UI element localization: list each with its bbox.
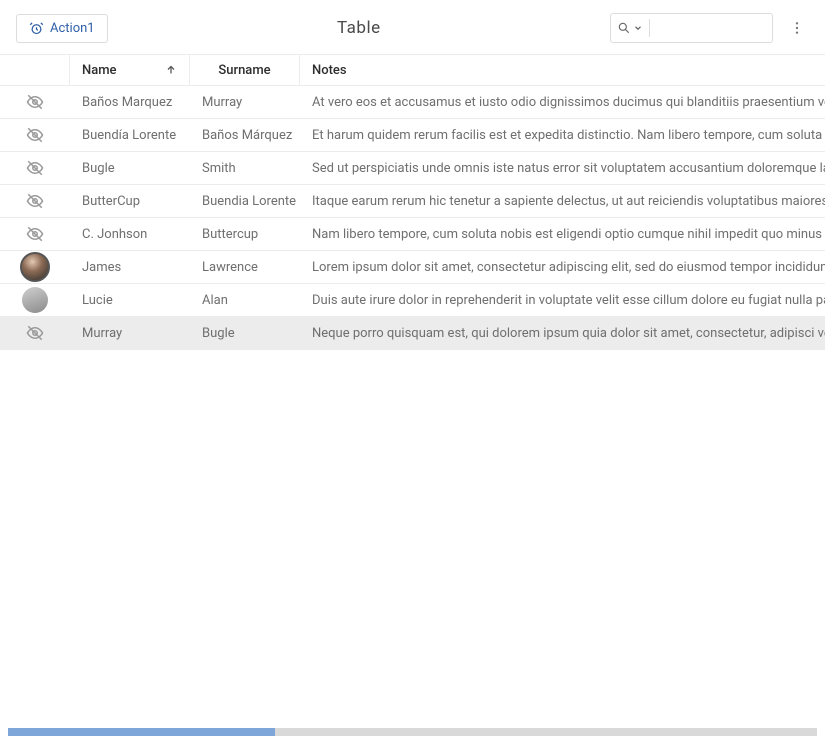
no-avatar-icon <box>26 126 44 144</box>
cell-notes: Itaque earum rerum hic tenetur a sapient… <box>300 194 825 209</box>
cell-notes: Neque porro quisquam est, qui dolorem ip… <box>300 326 825 341</box>
cell-name: Lucie <box>70 293 190 308</box>
cell-name: James <box>70 260 190 275</box>
cell-name: Buendía Lorente <box>70 128 190 143</box>
scrollbar-track <box>275 728 817 736</box>
separator <box>649 19 650 37</box>
cell-name: Baños Marquez <box>70 95 190 110</box>
page-title: Table <box>108 18 610 38</box>
cell-notes: At vero eos et accusamus et iusto odio d… <box>300 95 825 110</box>
cell-surname: Buttercup <box>190 227 300 242</box>
cell-surname: Murray <box>190 95 300 110</box>
action1-label: Action1 <box>50 21 95 36</box>
cell-surname: Alan <box>190 293 300 308</box>
cell-name: C. Jonhson <box>70 227 190 242</box>
chevron-down-icon[interactable] <box>633 23 643 33</box>
cell-name: ButterCup <box>70 194 190 209</box>
avatar <box>22 287 48 313</box>
sort-asc-icon <box>165 64 177 76</box>
table-row[interactable]: BugleSmithSed ut perspiciatis unde omnis… <box>0 152 825 185</box>
data-table: Name Surname Notes Baños MarquezMurrayAt… <box>0 54 825 350</box>
no-avatar-icon <box>26 93 44 111</box>
cell-notes: Sed ut perspiciatis unde omnis iste natu… <box>300 161 825 176</box>
no-avatar-icon <box>26 159 44 177</box>
avatar-cell <box>0 192 70 210</box>
cell-name: Bugle <box>70 161 190 176</box>
col-surname[interactable]: Surname <box>190 55 300 85</box>
table-row[interactable]: Baños MarquezMurrayAt vero eos et accusa… <box>0 86 825 119</box>
cell-surname: Lawrence <box>190 260 300 275</box>
search-box[interactable] <box>610 13 773 43</box>
cell-notes: Lorem ipsum dolor sit amet, consectetur … <box>300 260 825 275</box>
no-avatar-icon <box>26 192 44 210</box>
col-surname-label: Surname <box>218 63 270 78</box>
table-row[interactable]: JamesLawrenceLorem ipsum dolor sit amet,… <box>0 251 825 284</box>
table-header: Name Surname Notes <box>0 55 825 86</box>
avatar <box>20 252 50 282</box>
cell-notes: Nam libero tempore, cum soluta nobis est… <box>300 227 825 242</box>
more-options-button[interactable] <box>785 16 809 40</box>
col-notes[interactable]: Notes <box>300 55 825 85</box>
search-input[interactable] <box>656 20 772 37</box>
table-row[interactable]: MurrayBugleNeque porro quisquam est, qui… <box>0 317 825 350</box>
avatar-cell <box>0 287 70 313</box>
table-row[interactable]: LucieAlanDuis aute irure dolor in repreh… <box>0 284 825 317</box>
scrollbar-thumb[interactable] <box>8 728 275 736</box>
col-name[interactable]: Name <box>70 55 190 85</box>
no-avatar-icon <box>26 324 44 342</box>
alarm-clock-icon <box>29 21 44 36</box>
cell-notes: Et harum quidem rerum facilis est et exp… <box>300 128 825 143</box>
avatar-cell <box>0 126 70 144</box>
cell-surname: Smith <box>190 161 300 176</box>
cell-surname: Bugle <box>190 326 300 341</box>
action1-button[interactable]: Action1 <box>16 14 108 43</box>
col-notes-label: Notes <box>312 63 347 78</box>
search-icon <box>617 21 631 35</box>
no-avatar-icon <box>26 225 44 243</box>
cell-surname: Buendia Lorente <box>190 194 300 209</box>
avatar-cell <box>0 225 70 243</box>
col-name-label: Name <box>82 63 117 78</box>
avatar-cell <box>0 324 70 342</box>
table-row[interactable]: Buendía LorenteBaños MárquezEt harum qui… <box>0 119 825 152</box>
avatar-cell <box>0 252 70 282</box>
avatar-cell <box>0 159 70 177</box>
horizontal-scrollbar[interactable] <box>8 728 817 736</box>
table-row[interactable]: ButterCupBuendia LorenteItaque earum rer… <box>0 185 825 218</box>
table-row[interactable]: C. JonhsonButtercupNam libero tempore, c… <box>0 218 825 251</box>
cell-surname: Baños Márquez <box>190 128 300 143</box>
cell-name: Murray <box>70 326 190 341</box>
cell-notes: Duis aute irure dolor in reprehenderit i… <box>300 293 825 308</box>
col-avatar[interactable] <box>0 55 70 85</box>
avatar-cell <box>0 93 70 111</box>
